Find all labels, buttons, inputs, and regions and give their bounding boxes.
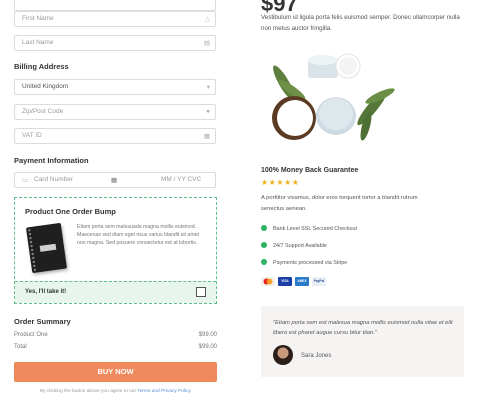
billing-address-title: Billing Address <box>14 62 69 71</box>
card-number-placeholder: Card Number <box>34 176 74 183</box>
paypal-icon: PayPal <box>312 277 326 286</box>
terms-link[interactable]: Terms and Privacy Policy <box>137 389 191 394</box>
last-name-placeholder: Last Name <box>22 39 54 46</box>
visa-icon: VISA <box>278 277 292 286</box>
country-value: United Kingdom <box>22 83 69 90</box>
coconut-shell-icon <box>335 53 361 79</box>
zip-placeholder: Zip/Post Code <box>22 108 64 115</box>
id-card-icon: ▤ <box>203 40 210 47</box>
summary-row-total: Total $99.00 <box>14 344 217 350</box>
cream-jar-icon <box>308 55 338 78</box>
expiry-cvc-placeholder: MM / YY CVC <box>161 176 202 183</box>
order-bump-description: Etiam porta sem malesuada magna mollis e… <box>77 224 199 247</box>
vat-field[interactable]: VAT ID ▦ <box>14 128 216 144</box>
order-bump-title: Product One Order Bump <box>25 207 116 216</box>
last-name-field[interactable]: Last Name ▤ <box>14 35 216 51</box>
summary-row-label: Total <box>14 344 27 350</box>
vat-placeholder: VAT ID <box>22 132 42 139</box>
chevron-down-icon: ▾ <box>206 84 210 91</box>
coconut-half-icon <box>272 96 316 140</box>
guarantee-title: 100% Money Back Guarantee <box>261 167 359 174</box>
check-circle-icon <box>261 225 267 231</box>
testimonial-author: Sara Jones <box>301 353 332 359</box>
feature-item: 24/7 Support Available <box>261 242 327 249</box>
building-icon: ▦ <box>203 133 210 140</box>
order-summary-title: Order Summary <box>14 317 71 326</box>
order-bump-checkbox[interactable] <box>196 287 206 297</box>
guarantee-text: A porttitor vivamus, dolor eros torquent… <box>261 195 418 212</box>
cream-tin-icon <box>316 97 356 135</box>
avatar <box>273 345 293 365</box>
terms-prefix: By clicking the button above you agree t… <box>40 389 138 394</box>
notebook-product-image <box>25 222 68 274</box>
leaf-right-icon <box>357 88 395 141</box>
first-name-field[interactable]: First Name △ <box>14 11 216 27</box>
product-hero-image <box>272 53 395 141</box>
terms-notice: By clicking the button above you agree t… <box>14 389 217 394</box>
card-chip-icon: ▦ <box>111 177 118 184</box>
user-icon: △ <box>205 16 210 23</box>
card-number-field[interactable]: ▭ Card Number ▦ MM / YY CVC <box>14 172 216 188</box>
checkout-form-panel: First Name △ Last Name ▤ Billing Address… <box>0 0 234 403</box>
summary-row-value: $99.00 <box>198 332 217 338</box>
buy-now-button[interactable]: BUY NOW <box>14 362 217 382</box>
testimonial-card: "Etiam porta sem est malesua magna molli… <box>261 306 464 377</box>
zip-field[interactable]: Zip/Post Code ● <box>14 104 216 120</box>
credit-card-icon: ▭ <box>22 177 29 184</box>
order-bump-box: Product One Order Bump Etiam porta sem m… <box>14 197 217 304</box>
check-circle-icon <box>261 259 267 265</box>
product-description: Vestibulum id ligula porta felis euismod… <box>261 14 460 32</box>
feature-item: Payments processed via Stripe <box>261 259 347 266</box>
feature-label: Payments processed via Stripe <box>273 260 348 266</box>
order-bump-accept-label: Yes, I'll take it! <box>25 289 67 295</box>
testimonial-quote: "Etiam porta sem est malesua magna molli… <box>273 320 453 336</box>
summary-row-product: Product One $99.00 <box>14 332 217 338</box>
first-name-placeholder: First Name <box>22 15 54 22</box>
summary-row-label: Product One <box>14 332 48 338</box>
country-select[interactable]: United Kingdom ▾ <box>14 79 216 95</box>
rating-stars-icon: ★★★★★ <box>261 178 300 187</box>
feature-label: Bank Level SSL Secured Checkout <box>273 226 358 232</box>
mastercard-icon <box>261 277 275 286</box>
check-circle-icon <box>261 242 267 248</box>
location-pin-icon: ● <box>206 108 210 115</box>
order-bump-accept-bar[interactable]: Yes, I'll take it! <box>15 281 216 303</box>
amex-icon: AMEX <box>295 277 309 286</box>
payment-information-title: Payment Information <box>14 156 89 165</box>
summary-row-value: $99.00 <box>198 344 217 350</box>
feature-label: 24/7 Support Available <box>273 243 327 249</box>
feature-item: Bank Level SSL Secured Checkout <box>261 225 357 232</box>
top-field-partial[interactable] <box>14 0 216 11</box>
